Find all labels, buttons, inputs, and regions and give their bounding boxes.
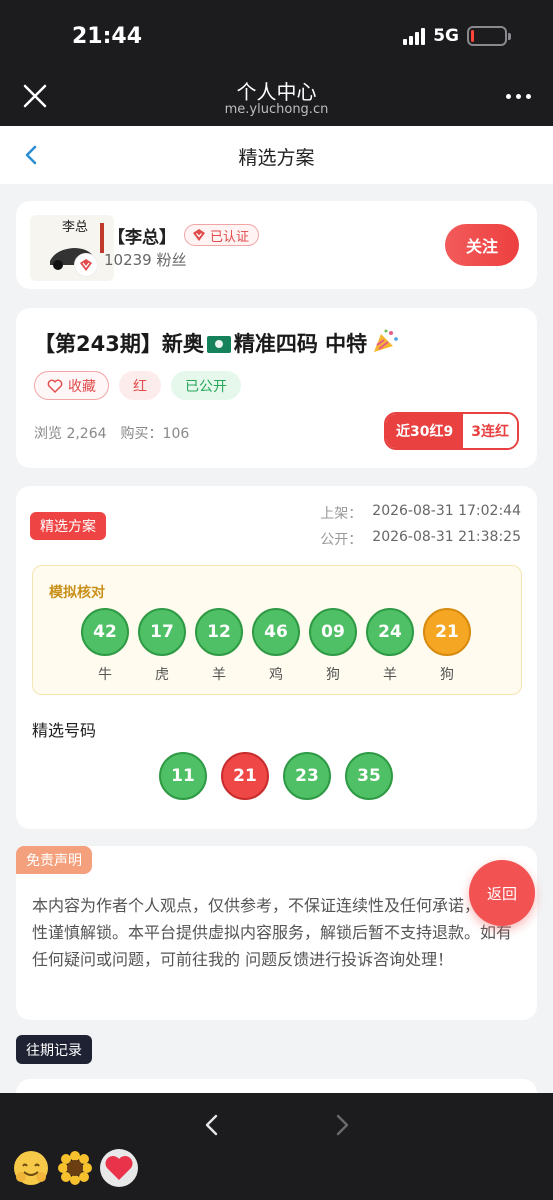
public-tag: 已公开 [171,371,241,400]
draw-ball-item: 09 狗 [309,608,357,684]
zodiac-label: 羊 [212,667,226,683]
streak-recent: 近30红9 [386,414,464,448]
buys-count: 购买：106 [120,426,190,442]
browser-title: 个人中心 [236,80,317,104]
streak-consecutive: 3连红 [463,414,517,448]
favorite-button[interactable]: 收藏 [34,371,109,400]
draw-ball: 09 [309,608,357,656]
zodiac-label: 狗 [326,667,340,683]
draw-ball-item: 46 鸡 [252,608,300,684]
signal-icon [403,27,426,45]
avatar-logo-text: 李总 [62,220,88,235]
post-stats: 浏览 2,264 购买：106 [34,423,189,443]
pick-ball: 35 [345,752,393,800]
plan-label: 精选方案 [30,512,106,540]
heart-outline-icon [47,379,63,393]
zodiac-label: 牛 [98,667,112,683]
public-time-key: 公开： [320,532,363,548]
browser-bottom-bar [0,1093,553,1200]
post-title: 【第243期】新奥 精准四码 中特 [34,328,399,358]
draw-ball-item: 24 羊 [366,608,414,684]
public-time-row: 公开： 2026-08-31 21:38:25 [320,529,521,549]
follow-button[interactable]: 关注 [445,224,519,266]
page-header: 精选方案 [0,126,553,184]
draw-ball: 21 [423,608,471,656]
browser-header: 21:44 5G 个人中心 me.yluchong.cn [0,0,553,126]
zodiac-label: 虎 [155,667,169,683]
verified-label: 已认证 [210,229,250,245]
picks-title: 精选号码 [32,721,97,740]
pick-balls: 11 21 23 35 [159,752,393,800]
macau-flag-icon [206,336,231,353]
zodiac-label: 羊 [383,667,397,683]
draw-ball-item: 42 牛 [81,608,129,684]
network-type: 5G [433,26,459,46]
vip-badge-icon [74,253,98,277]
draw-ball: 46 [252,608,300,656]
public-time: 2026-08-31 21:38:25 [372,529,521,545]
history-label: 往期记录 [16,1035,92,1064]
draw-ball-item: 21 狗 [423,608,471,684]
sunflower-icon[interactable] [56,1149,94,1187]
simulation-title: 模拟核对 [49,585,105,601]
disclaimer-card: 免责声明 本内容为作者个人观点，仅供参考，不保证连续性及任何承诺，请理性谨慎解锁… [16,846,537,1020]
simulation-box: 模拟核对 42 牛 17 虎 12 羊 46 鸡 09 狗 24 羊 21 狗 [32,565,522,695]
draw-ball: 42 [81,608,129,656]
views-count: 浏览 2,264 [34,426,107,442]
party-popper-icon [374,329,398,352]
draw-ball: 17 [138,608,186,656]
draw-ball: 12 [195,608,243,656]
pick-ball: 23 [283,752,331,800]
streak-badge: 近30红9 3连红 [384,412,519,450]
status-indicators: 5G [403,26,511,46]
author-name[interactable]: 【李总】 [108,223,176,248]
browser-url: me.yluchong.cn [224,102,329,117]
draw-ball-item: 12 羊 [195,608,243,684]
plan-card: 精选方案 上架： 2026-08-31 17:02:44 公开： 2026-08… [16,486,537,829]
disclaimer-label: 免责声明 [16,846,92,874]
zodiac-label: 狗 [440,667,454,683]
heart-icon[interactable] [100,1149,138,1187]
nav-forward-icon[interactable] [333,1113,351,1137]
listed-time-key: 上架： [320,506,363,522]
fans-count: 10239 粉丝 [104,251,187,269]
verified-badge: 已认证 [184,224,260,246]
return-button[interactable]: 返回 [469,860,535,926]
draw-ball: 24 [366,608,414,656]
listed-time: 2026-08-31 17:02:44 [372,503,521,519]
hug-emoji-icon[interactable] [12,1149,50,1187]
battery-icon [467,26,511,46]
status-time: 21:44 [72,24,143,49]
post-title-card: 【第243期】新奥 精准四码 中特 收藏 红 已公开 浏览 2,264 购买：10… [16,308,537,468]
page-title: 精选方案 [238,147,315,169]
draw-ball-item: 17 虎 [138,608,186,684]
avatar-image: 李总 [30,215,114,281]
post-title-main: 【第243期】新奥 [34,332,204,356]
avatar[interactable]: 李总 [30,215,114,281]
draw-balls: 42 牛 17 虎 12 羊 46 鸡 09 狗 24 羊 21 狗 [81,608,471,684]
post-tags: 收藏 红 已公开 [34,371,241,400]
pick-ball: 11 [159,752,207,800]
reaction-row [12,1149,138,1187]
nav-back-icon[interactable] [203,1113,221,1137]
more-icon[interactable] [506,94,531,99]
listed-time-row: 上架： 2026-08-31 17:02:44 [320,503,521,523]
verified-icon [193,229,205,241]
favorite-label: 收藏 [68,378,96,395]
red-tag: 红 [119,371,161,400]
zodiac-label: 鸡 [269,667,283,683]
pick-ball: 21 [221,752,269,800]
post-title-suffix: 精准四码 中特 [233,332,368,356]
author-card: 李总 【李总】 已认证 10239 粉丝 关注 [16,201,537,289]
disclaimer-text: 本内容为作者个人观点，仅供参考，不保证连续性及任何承诺，请理性谨慎解锁。本平台提… [32,896,513,969]
